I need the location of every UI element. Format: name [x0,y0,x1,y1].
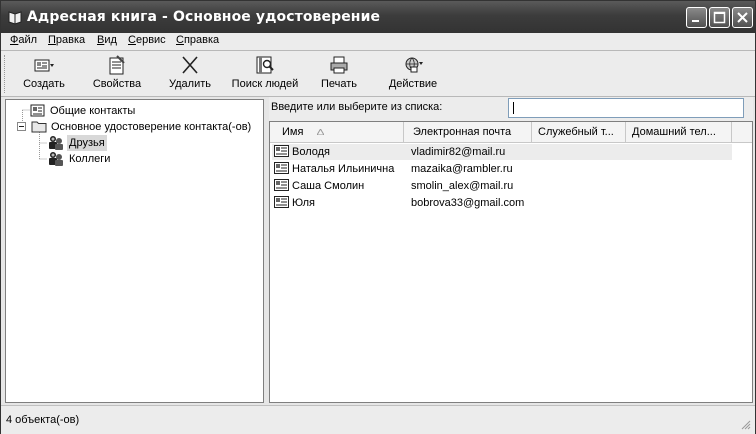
contact-row[interactable]: Юля bobrova33@gmail.com [272,195,732,211]
contact-row[interactable]: Саша Смолин smolin_alex@mail.ru [272,178,732,194]
contact-name: Саша Смолин [292,180,365,192]
minimize-button[interactable] [686,7,707,28]
menu-view[interactable]: Вид [97,34,117,46]
search-prompt: Введите или выберите из списка: [271,101,443,113]
properties-icon [109,55,125,75]
tree-label-main: Основное удостоверение контакта(-ов) [51,121,252,133]
menu-bar: Файл Правка Вид Сервис Справка [1,33,755,50]
menu-tools[interactable]: Сервис [128,34,166,46]
address-book-icon [8,11,22,25]
action-label: Действие [388,78,438,90]
column-header-email[interactable]: Электронная почта [404,122,532,142]
minimize-icon [692,20,699,22]
properties-button[interactable]: Свойства [83,53,151,94]
contact-email: smolin_alex@mail.ru [411,180,514,192]
status-bar: 4 объекта(-ов) [1,405,755,434]
new-contact-icon [34,59,54,72]
column-name-label: Имя [282,126,304,138]
delete-button[interactable]: Удалить [161,53,219,94]
find-people-button[interactable]: Поиск людей [226,53,304,94]
toolbar: Создать Свойства Удалить Поиск людей Печ… [1,51,755,96]
delete-label: Удалить [169,78,211,90]
print-button[interactable]: Печать [313,53,365,94]
contact-row[interactable]: Наталья Ильинична mazaika@rambler.ru [272,161,732,177]
folder-icon [31,121,47,133]
toolbar-grip[interactable] [4,55,8,93]
tree-label-friends: Друзья [67,135,107,151]
properties-label: Свойства [92,78,142,90]
contact-card-icon [274,196,289,208]
column-work-phone-label: Служебный т... [538,126,614,138]
search-row: Введите или выберите из списка: [269,97,753,121]
contact-email: bobrova33@gmail.com [411,197,525,209]
group-icon [49,152,63,166]
tree-label-colleagues: Коллеги [69,153,111,165]
window-title: Адресная книга - Основное удостоверение [27,9,381,25]
contact-email: vladimir82@mail.ru [411,146,506,158]
find-people-label: Поиск людей [231,78,299,90]
menu-help[interactable]: Справка [176,34,219,46]
list-header: Имя Электронная почта Служебный т... Дом… [270,122,752,143]
contact-name: Володя [292,146,331,158]
close-icon [737,12,748,23]
title-bar[interactable]: Адресная книга - Основное удостоверение [1,1,755,33]
contact-row[interactable]: Володя vladimir82@mail.ru [272,144,732,160]
sort-ascending-icon [317,129,324,135]
column-home-phone-label: Домашний тел... [632,126,716,138]
group-icon [49,136,63,150]
column-header-name[interactable]: Имя [270,122,404,142]
print-label: Печать [320,78,358,90]
action-globe-icon [405,57,423,73]
resize-grip-icon[interactable] [739,418,751,430]
delete-x-icon [182,56,198,74]
search-input[interactable] [508,98,744,118]
text-caret [513,102,514,114]
menu-file[interactable]: Файл [10,34,37,46]
contact-name: Юля [292,197,315,209]
contact-card-icon [274,145,289,157]
contact-list[interactable]: Имя Электронная почта Служебный т... Дом… [269,121,753,403]
contact-name: Наталья Ильинична [292,163,395,175]
create-label: Создать [23,78,65,90]
status-text: 4 объекта(-ов) [6,414,80,426]
find-people-icon [256,56,274,74]
close-button[interactable] [732,7,753,28]
collapse-minus-icon[interactable] [17,122,26,131]
contact-card-icon [274,179,289,191]
column-email-label: Электронная почта [413,126,512,138]
menu-edit[interactable]: Правка [48,34,85,46]
contact-card-icon [274,162,289,174]
printer-icon [330,56,348,74]
action-button[interactable]: Действие [381,53,445,94]
maximize-button[interactable] [709,7,730,28]
pane-splitter[interactable] [264,99,268,403]
create-button[interactable]: Создать [13,53,75,94]
address-book-window: Адресная книга - Основное удостоверение … [0,0,756,434]
folder-tree[interactable]: Общие контакты Основное удостоверение ко… [5,99,264,403]
contact-card-icon [30,104,45,117]
contact-email: mazaika@rambler.ru [411,163,513,175]
tree-label-shared: Общие контакты [50,105,136,117]
maximize-icon [713,11,726,24]
column-header-work-phone[interactable]: Служебный т... [532,122,626,142]
column-header-home-phone[interactable]: Домашний тел... [626,122,732,142]
